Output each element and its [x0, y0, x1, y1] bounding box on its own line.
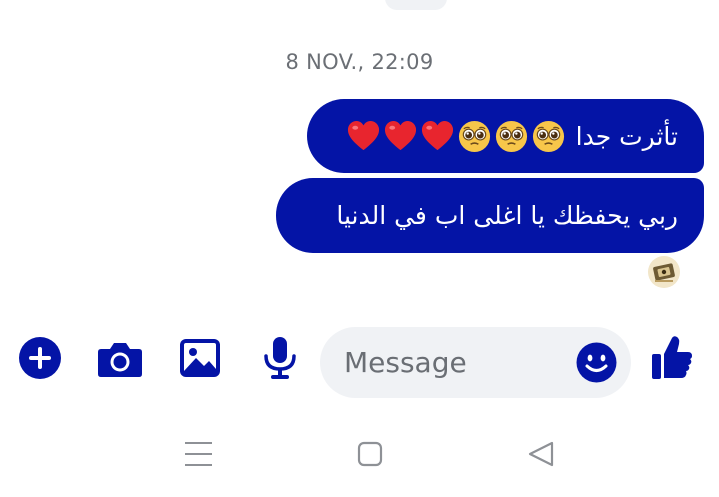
emoji-row [346, 119, 566, 154]
message-input[interactable]: Message [320, 327, 631, 398]
outgoing-message-bubble[interactable]: تأثرت جدا [307, 99, 704, 173]
red-heart-icon [346, 119, 381, 154]
back-icon[interactable] [527, 440, 555, 468]
message-text: تأثرت جدا [575, 121, 678, 151]
red-heart-icon [383, 119, 418, 154]
recents-icon[interactable] [185, 440, 212, 468]
outgoing-message-bubble[interactable]: ربي يحفظك يا اغلى اب في الدنيا [276, 178, 704, 253]
image-icon[interactable] [179, 338, 221, 378]
red-heart-icon [420, 119, 455, 154]
plus-icon[interactable] [18, 336, 62, 380]
thumbs-up-icon[interactable] [651, 334, 693, 380]
pleading-face-icon [457, 119, 492, 154]
previous-message-fragment [385, 0, 447, 10]
message-text: ربي يحفظك يا اغلى اب في الدنيا [336, 201, 678, 230]
seen-avatar [648, 256, 680, 288]
emoji-icon[interactable] [576, 342, 617, 383]
pleading-face-icon [494, 119, 529, 154]
message-input-placeholder: Message [344, 346, 467, 379]
conversation-timestamp: 8 NOV., 22:09 [285, 50, 434, 74]
camera-icon[interactable] [97, 340, 143, 378]
pleading-face-icon [531, 119, 566, 154]
chat-screen: 8 NOV., 22:09 تأثرت جدا ربي يحفظك يا اغل… [0, 0, 719, 497]
home-icon[interactable] [357, 441, 383, 467]
microphone-icon[interactable] [262, 336, 298, 380]
